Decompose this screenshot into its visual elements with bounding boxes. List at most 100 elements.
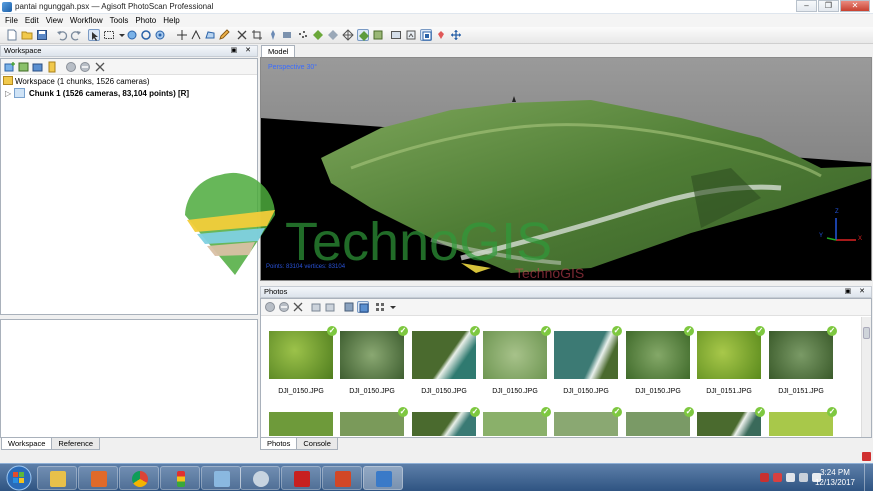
photo-thumbnail[interactable]: ✓ [340,326,408,379]
photo-thumbnail[interactable]: ✓ [554,407,622,436]
photo-thumbnail[interactable]: ✓ [554,326,622,379]
disable-icon[interactable] [79,61,91,73]
undo-icon[interactable] [56,29,68,41]
rectangle-selection-icon[interactable] [103,29,115,41]
minimize-icon[interactable]: – [796,0,817,12]
photo-thumbnail[interactable]: ✓ [769,326,837,379]
taskbar-powerpoint-button[interactable] [322,466,362,490]
taskbar-acrobat-button[interactable] [281,466,321,490]
add-marker-icon[interactable] [176,29,188,41]
navigation-icon[interactable] [88,29,100,41]
photo-thumbnail[interactable]: ✓ [269,326,337,379]
view-mode-dropdown-icon[interactable] [387,301,396,313]
taskbar-window-button[interactable] [201,466,241,490]
taskbar-media-player-button[interactable] [78,466,118,490]
save-icon[interactable] [36,29,48,41]
close-icon[interactable]: ✕ [840,0,870,12]
chunk-item[interactable]: ▷ Chunk 1 (1526 cameras, 83,104 points) [… [5,88,189,100]
photo-thumbnail[interactable] [269,412,333,436]
panel-float-close-icon[interactable]: ▣ ✕ [231,46,254,56]
menu-tools[interactable]: Tools [108,14,134,27]
draw-polygon-icon[interactable] [204,29,216,41]
photo-thumbnail[interactable]: ✓ [697,326,765,379]
tiled-model-icon[interactable] [372,29,384,41]
photo-thumbnail[interactable]: ✓ [769,407,837,436]
move-object-icon[interactable] [126,29,138,41]
selection-dropdown-icon[interactable] [116,29,125,41]
photo-filter-icon[interactable] [357,301,369,313]
enable-icon[interactable] [65,61,77,73]
enable-photo-icon[interactable] [264,301,276,313]
start-button[interactable] [1,464,37,491]
photo-thumbnail[interactable]: ✓ [340,407,408,436]
menu-help[interactable]: Help [161,14,184,27]
taskbar-photoscan-button[interactable] [363,466,403,490]
reset-filter-icon[interactable] [343,301,355,313]
menu-workflow[interactable]: Workflow [68,14,108,27]
status-notification-icon[interactable] [862,452,871,461]
photos-float-close-icon[interactable]: ▣ ✕ [845,287,868,297]
add-model-icon[interactable] [46,61,58,73]
menu-file[interactable]: File [3,14,23,27]
expand-arrow-icon[interactable]: ▷ [5,88,12,100]
tab-workspace[interactable]: Workspace [1,438,53,450]
menu-view[interactable]: View [44,14,68,27]
rotate-right-icon[interactable] [324,301,336,313]
model-viewport[interactable]: Perspective 30° Points: 83104 vertices: … [260,57,872,281]
delete-selection-icon[interactable] [236,29,248,41]
photo-thumbnail[interactable]: ✓ [412,407,480,436]
photo-thumbnail[interactable]: ✓ [483,326,551,379]
photo-thumbnail[interactable]: ✓ [626,326,694,379]
point-cloud-icon[interactable] [297,29,309,41]
dem-icon[interactable] [390,29,402,41]
workspace-root-item[interactable]: Workspace (1 chunks, 1526 cameras) [3,76,150,88]
show-cameras-icon[interactable] [281,29,293,41]
new-document-icon[interactable] [6,29,18,41]
photo-thumbnail[interactable]: ✓ [626,407,694,436]
view-mode-icon[interactable] [374,301,386,313]
reset-view-icon[interactable] [267,29,279,41]
menu-edit[interactable]: Edit [23,14,44,27]
taskbar-traffic-button[interactable] [160,466,200,490]
menu-photo[interactable]: Photo [133,14,161,27]
taskbar-chrome-button[interactable] [119,466,159,490]
tray-network-icon[interactable] [786,473,795,482]
crop-icon[interactable] [251,29,263,41]
remove-items-icon[interactable] [94,61,106,73]
photo-thumbnail[interactable]: ✓ [483,407,551,436]
scrollbar-thumb[interactable] [863,327,870,339]
remove-photo-icon[interactable] [292,301,304,313]
tray-antivirus-icon[interactable] [760,473,769,482]
taskbar-search-button[interactable] [240,466,280,490]
photos-scrollbar[interactable] [861,317,871,437]
navigation-axes-icon[interactable] [450,29,462,41]
tray-battery-icon[interactable] [799,473,808,482]
add-folder-icon[interactable] [32,61,44,73]
taskbar-explorer-button[interactable] [37,466,77,490]
disable-photo-icon[interactable] [278,301,290,313]
show-markers-icon[interactable] [435,29,447,41]
orthomosaic-icon[interactable] [405,29,417,41]
tab-model[interactable]: Model [261,45,296,57]
tab-reference[interactable]: Reference [51,438,100,450]
pencil-icon[interactable] [218,29,230,41]
tray-flag-icon[interactable] [773,473,782,482]
tab-console[interactable]: Console [296,438,338,450]
taskbar-clock[interactable]: 3:24 PM 12/13/2017 [815,468,855,488]
add-photos-icon[interactable] [18,61,30,73]
wireframe-model-icon[interactable] [342,29,354,41]
scale-object-icon[interactable] [154,29,166,41]
open-folder-icon[interactable] [21,29,33,41]
photo-thumbnail[interactable]: ✓ [412,326,480,379]
rotate-object-icon[interactable] [140,29,152,41]
ruler-icon[interactable] [190,29,202,41]
restore-icon[interactable]: ❐ [818,0,839,12]
tab-photos[interactable]: Photos [260,438,298,450]
textured-model-icon[interactable] [357,29,369,41]
solid-model-icon[interactable] [327,29,339,41]
photo-thumbnail[interactable]: ✓ [697,407,765,436]
rotate-left-icon[interactable] [310,301,322,313]
add-chunk-icon[interactable] [4,61,16,73]
shaded-model-icon[interactable] [312,29,324,41]
show-desktop-button[interactable] [864,464,873,491]
